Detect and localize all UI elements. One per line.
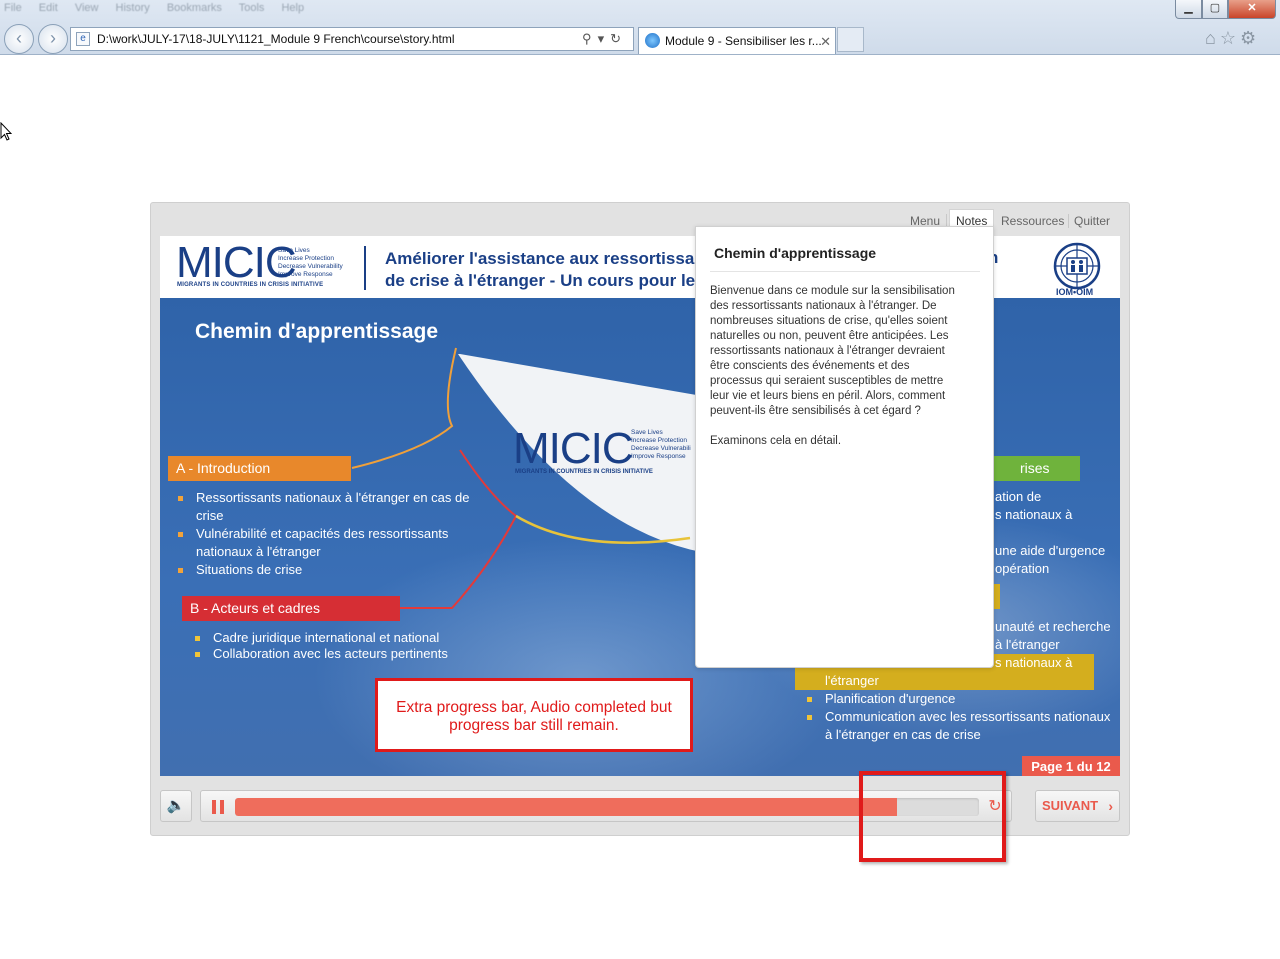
ie-page-icon <box>645 33 660 48</box>
search-icon[interactable]: ⚲ <box>582 31 598 46</box>
annotation-callout: Extra progress bar, Audio completed but … <box>375 678 693 752</box>
tab-title: Module 9 - Sensibiliser les r... <box>665 34 822 48</box>
page-icon: e <box>76 32 90 46</box>
address-text[interactable]: D:\work\JULY-17\18-JULY\1121_Module 9 Fr… <box>97 28 455 50</box>
gear-icon[interactable]: ⚙ <box>1240 28 1260 48</box>
section-a-list: Ressortissants nationaux à l'étranger en… <box>178 489 476 579</box>
tagline-line: Increase Protection <box>631 437 688 444</box>
right-fragment: ation de <box>995 489 1042 504</box>
address-bar[interactable]: e D:\work\JULY-17\18-JULY\1121_Module 9 … <box>70 27 634 51</box>
right-list: Planification d'urgence Communication av… <box>807 690 1115 744</box>
right-fragment: l'étranger <box>825 673 879 688</box>
pause-button[interactable] <box>212 800 224 814</box>
forward-arrow-icon: › <box>50 28 56 48</box>
browser-chrome: File Edit View History Bookmarks Tools H… <box>0 0 1280 55</box>
notes-paragraph: Bienvenue dans ce module sur la sensibil… <box>710 285 955 417</box>
back-arrow-icon: ‹ <box>16 28 22 48</box>
list-item: Vulnérabilité et capacités des ressortis… <box>178 525 476 561</box>
home-icon[interactable]: ⌂ <box>1205 28 1220 48</box>
tagline-line: Decrease Vulnerabili <box>631 445 691 452</box>
back-button[interactable]: ‹ <box>4 24 34 54</box>
right-fragment: s nationaux à <box>995 655 1073 670</box>
menu-file[interactable]: File <box>4 2 22 14</box>
list-item: Situations de crise <box>178 561 476 579</box>
speaker-icon: 🔈 <box>166 797 186 814</box>
menu-bookmarks[interactable]: Bookmarks <box>167 2 222 14</box>
notes-divider <box>710 271 980 272</box>
next-button-label: SUIVANT <box>1042 798 1099 813</box>
next-button[interactable]: SUIVANT › <box>1035 790 1120 822</box>
list-item-text: Planification d'urgence <box>825 691 956 706</box>
dropdown-icon[interactable]: ▾ <box>598 31 611 46</box>
list-item-text: Cadre juridique international et nationa… <box>213 630 440 645</box>
star-icon[interactable]: ☆ <box>1220 28 1240 48</box>
browser-menubar: File Edit View History Bookmarks Tools H… <box>4 2 318 18</box>
tagline-line: Improve Response <box>631 453 686 460</box>
close-icon: ✕ <box>1247 2 1257 14</box>
list-item-text: Vulnérabilité et capacités des ressortis… <box>196 526 449 559</box>
section-b-label[interactable]: B - Acteurs et cadres <box>182 596 400 621</box>
list-item-text: Situations de crise <box>196 562 303 577</box>
section-b-list: Cadre juridique international et nationa… <box>195 630 483 662</box>
disc-logo: MICIC <box>513 424 634 473</box>
list-item-text: Communication avec les ressortissants na… <box>825 709 1111 742</box>
disc-tagline: Save Lives Increase Protection Decrease … <box>631 429 691 461</box>
refresh-icon[interactable]: ↻ <box>610 31 627 46</box>
list-item-text: Ressortissants nationaux à l'étranger en… <box>196 490 470 523</box>
list-item-text: Collaboration avec les acteurs pertinent… <box>213 646 448 661</box>
close-window-button[interactable]: ✕ <box>1228 0 1276 19</box>
list-item: Communication avec les ressortissants na… <box>807 708 1115 744</box>
volume-button[interactable]: 🔈 <box>160 790 192 822</box>
notes-title: Chemin d'apprentissage <box>714 245 877 261</box>
forward-button[interactable]: › <box>38 24 68 54</box>
menu-help[interactable]: Help <box>281 2 304 14</box>
list-item: Collaboration avec les acteurs pertinent… <box>195 646 483 662</box>
menu-history[interactable]: History <box>116 2 150 14</box>
maximize-button[interactable]: ▢ <box>1202 0 1228 19</box>
notes-panel[interactable]: Chemin d'apprentissage Bienvenue dans ce… <box>695 226 994 668</box>
menu-view[interactable]: View <box>75 2 99 14</box>
chevron-right-icon: › <box>1108 798 1113 814</box>
tagline-line: Save Lives <box>631 429 663 436</box>
minimize-icon: ▁ <box>1184 2 1193 14</box>
pause-icon <box>212 800 216 814</box>
list-item: Planification d'urgence <box>807 690 1115 708</box>
section-a-label[interactable]: A - Introduction <box>168 456 351 481</box>
right-fragment: unauté et recherche <box>995 619 1111 634</box>
notes-paragraph: Examinons cela en détail. <box>710 435 842 447</box>
menu-tools[interactable]: Tools <box>239 2 265 14</box>
right-fragment: s nationaux à <box>995 507 1073 522</box>
nav-resources[interactable]: Ressources <box>1001 211 1064 235</box>
notes-body: Bienvenue dans ce module sur la sensibil… <box>710 284 958 464</box>
list-item: Cadre juridique international et nationa… <box>195 630 483 646</box>
section-c-label[interactable]: rises <box>980 456 1080 481</box>
maximize-icon: ▢ <box>1209 2 1221 14</box>
annotation-highlight-box <box>859 771 1006 862</box>
menu-edit[interactable]: Edit <box>39 2 58 14</box>
mouse-cursor-icon <box>0 122 12 141</box>
right-fragment: une aide d'urgence <box>995 543 1106 558</box>
nav-quit[interactable]: Quitter <box>1074 211 1110 235</box>
disc-subtitle: MIGRANTS IN COUNTRIES IN CRISIS INITIATI… <box>515 469 653 475</box>
right-fragment: à l'étranger <box>995 637 1060 652</box>
section-c-fragment: rises <box>1020 460 1050 476</box>
right-fragment: opération <box>995 561 1050 576</box>
tab-close-icon[interactable]: ✕ <box>820 29 831 54</box>
list-item: Ressortissants nationaux à l'étranger en… <box>178 489 476 525</box>
minimize-button[interactable]: ▁ <box>1175 0 1202 19</box>
progress-fill <box>235 798 897 816</box>
new-tab-button[interactable] <box>837 27 864 52</box>
browser-tab[interactable]: Module 9 - Sensibiliser les r... ✕ <box>638 27 836 54</box>
page-indicator: Page 1 du 12 <box>1022 756 1120 776</box>
